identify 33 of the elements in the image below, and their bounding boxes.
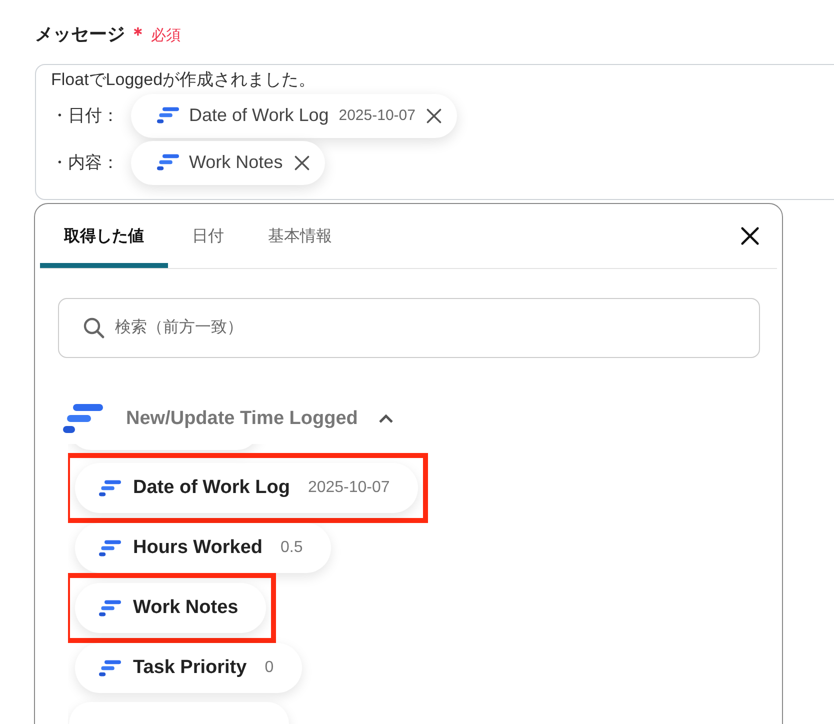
- close-icon[interactable]: [292, 154, 311, 172]
- chip-value: 0: [264, 659, 274, 677]
- variable-chip[interactable]: Work Notes: [131, 140, 325, 184]
- bars-logo-icon: [63, 404, 103, 434]
- tab[interactable]: 基本情報: [248, 204, 352, 268]
- variable-chip[interactable]: Date of Work Log 2025-10-07: [131, 94, 458, 138]
- value-chip[interactable]: Hours Worked 0.5: [75, 523, 331, 573]
- line-prefix: ・内容：: [51, 152, 120, 174]
- required-mark: ＊: [129, 23, 147, 46]
- bars-logo-icon: [157, 154, 179, 171]
- close-icon[interactable]: [425, 106, 444, 124]
- caret-icon[interactable]: [378, 414, 394, 424]
- chip-value: 2025-10-07: [338, 107, 416, 124]
- tab[interactable]: 取得した値: [40, 204, 168, 268]
- bars-logo-icon: [99, 600, 121, 616]
- chip-value: 2025-10-07: [308, 479, 390, 497]
- required-label: 必須: [151, 26, 181, 45]
- chip-value: 0.5: [280, 539, 303, 557]
- bars-logo-icon: [99, 480, 121, 496]
- bars-logo-icon: [99, 540, 121, 556]
- bars-logo-icon: [157, 107, 179, 124]
- line-prefix: ・日付：: [51, 105, 120, 127]
- message-text: FloatでLoggedが作成されました。: [51, 69, 317, 91]
- tab[interactable]: 日付: [172, 204, 244, 268]
- value-chip[interactable]: Task Priority 0: [75, 643, 302, 693]
- bars-logo-icon: [99, 660, 121, 676]
- value-chip[interactable]: Work Notes: [75, 583, 266, 633]
- group-title: New/Update Time Logged: [126, 408, 358, 430]
- message-field[interactable]: FloatでLoggedが作成されました。 ・日付： Date of Work Log 2025-10-07 ・内容： Work Notes: [35, 64, 834, 200]
- search-field[interactable]: 検索（前方一致）: [58, 298, 760, 358]
- close-icon[interactable]: [739, 225, 761, 247]
- field-label: メッセージ: [35, 23, 125, 46]
- value-chip[interactable]: Date of Work Log 2025-10-07: [75, 463, 418, 513]
